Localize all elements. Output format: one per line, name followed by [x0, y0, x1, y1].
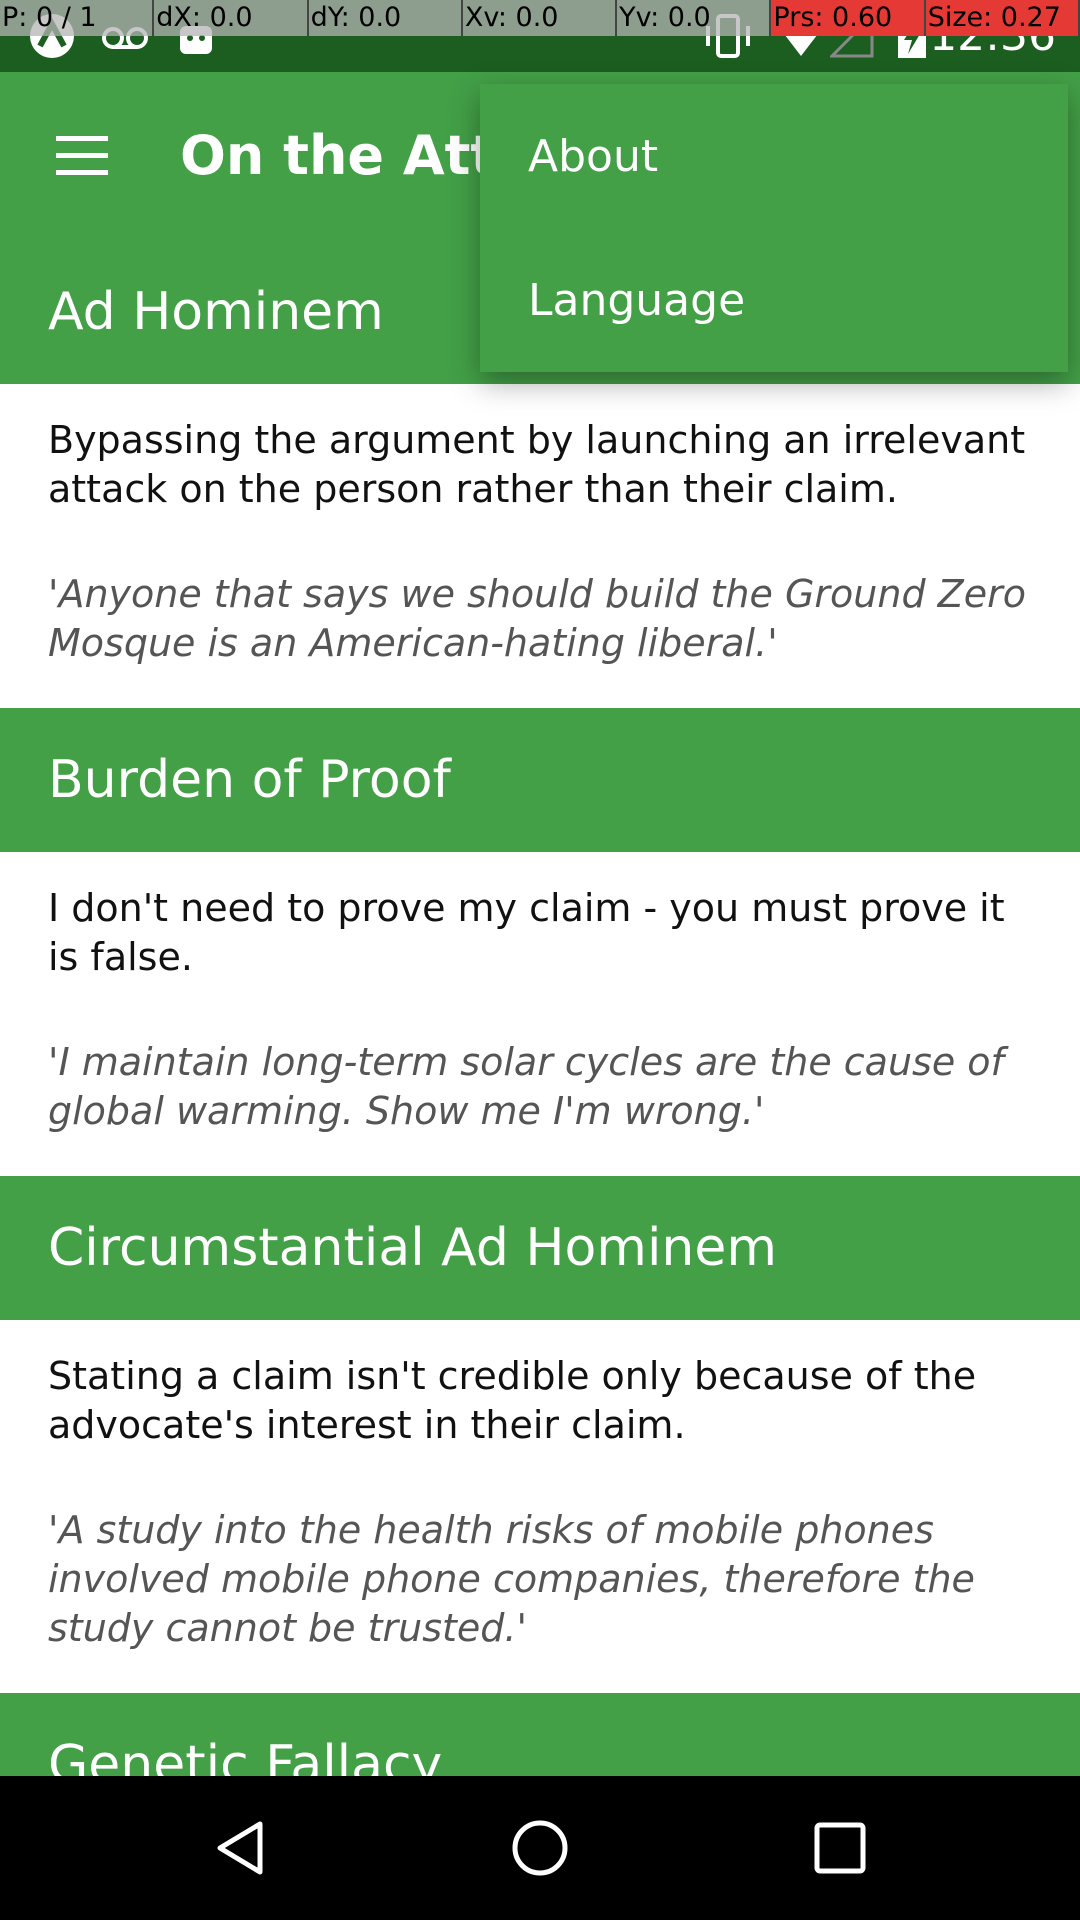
pointer-debug-overlay: P: 0 / 1 dX: 0.0 dY: 0.0 Xv: 0.0 Yv: 0.0…	[0, 0, 1080, 36]
overflow-menu: About Language	[480, 84, 1068, 372]
fallacy-example: 'Anyone that says we should build the Gr…	[48, 572, 1026, 665]
fallacy-title: Burden of Proof	[0, 708, 1080, 852]
list-item[interactable]: Burden of Proof I don't need to prove my…	[0, 708, 1080, 1176]
debug-size: Size: 0.27	[925, 0, 1080, 36]
list-item[interactable]: Genetic Fallacy	[0, 1693, 1080, 1776]
debug-dx: dX: 0.0	[154, 0, 309, 36]
debug-yv: Yv: 0.0	[617, 0, 772, 36]
menu-item-language[interactable]: Language	[480, 228, 1068, 372]
fallacy-description: Stating a claim isn't credible only beca…	[48, 1354, 977, 1447]
fallacy-description: I don't need to prove my claim - you mus…	[48, 886, 1005, 979]
fallacy-example: 'A study into the health risks of mobile…	[48, 1508, 975, 1650]
fallacy-body: Bypassing the argument by launching an i…	[0, 384, 1080, 708]
recents-icon[interactable]	[810, 1818, 870, 1878]
fallacy-list[interactable]: Ad Hominem Bypassing the argument by lau…	[0, 240, 1080, 1776]
menu-item-about[interactable]: About	[480, 84, 1068, 228]
debug-dy: dY: 0.0	[309, 0, 463, 36]
debug-xv: Xv: 0.0	[463, 0, 618, 36]
debug-pressure: Prs: 0.60	[771, 0, 926, 36]
fallacy-body: Stating a claim isn't credible only beca…	[0, 1320, 1080, 1693]
fallacy-title: Genetic Fallacy	[0, 1693, 1080, 1776]
fallacy-title: Circumstantial Ad Hominem	[0, 1176, 1080, 1320]
fallacy-body: I don't need to prove my claim - you mus…	[0, 852, 1080, 1176]
hamburger-menu-icon[interactable]	[52, 132, 112, 180]
back-icon[interactable]	[210, 1818, 270, 1878]
debug-pointer: P: 0 / 1	[0, 0, 155, 36]
fallacy-description: Bypassing the argument by launching an i…	[48, 418, 1026, 511]
list-item[interactable]: Circumstantial Ad Hominem Stating a clai…	[0, 1176, 1080, 1693]
navigation-bar	[0, 1776, 1080, 1920]
home-icon[interactable]	[510, 1818, 570, 1878]
fallacy-example: 'I maintain long-term solar cycles are t…	[48, 1040, 1004, 1133]
